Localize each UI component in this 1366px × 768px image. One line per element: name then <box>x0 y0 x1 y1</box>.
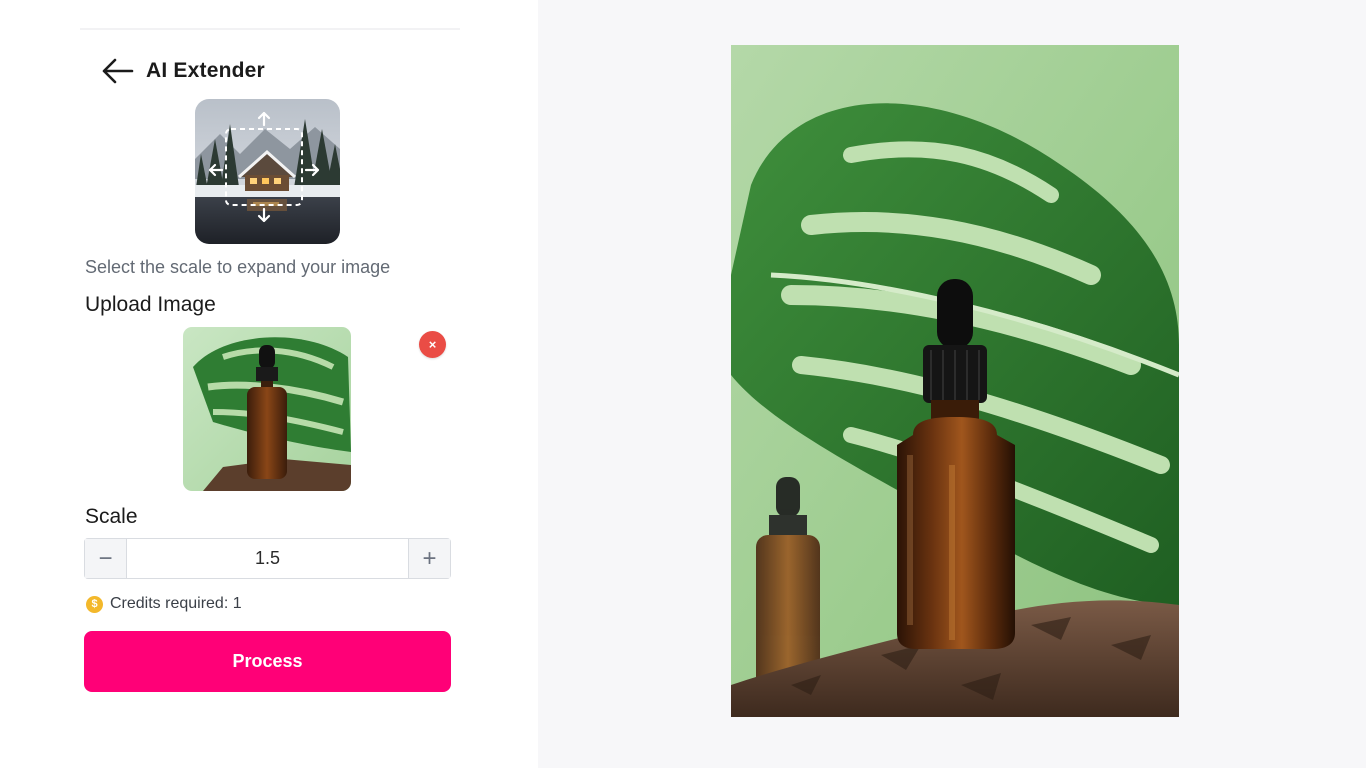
minus-icon: − <box>98 544 113 572</box>
instruction-text: Select the scale to expand your image <box>85 257 391 277</box>
panel-header: AI Extender <box>100 55 265 87</box>
close-icon: × <box>428 337 437 352</box>
remove-image-button[interactable]: × <box>419 331 446 358</box>
coin-icon: $ <box>86 595 103 613</box>
upload-label: Upload Image <box>85 293 216 316</box>
scale-stepper: − + <box>84 538 451 579</box>
process-button[interactable]: Process <box>84 631 451 692</box>
scale-label: Scale <box>85 505 138 528</box>
result-image <box>731 45 1179 717</box>
uploaded-image-preview[interactable] <box>183 327 351 491</box>
app-window: AI Extender Select the scale to expand y… <box>0 0 1366 768</box>
arrow-left-icon <box>102 58 134 84</box>
feature-illustration <box>195 99 340 244</box>
increment-button[interactable]: + <box>408 539 450 578</box>
decrement-button[interactable]: − <box>85 539 127 578</box>
plus-icon: + <box>422 544 437 572</box>
result-canvas <box>538 0 1366 768</box>
back-button[interactable] <box>100 55 136 87</box>
scale-input[interactable] <box>127 539 408 578</box>
divider <box>80 28 460 30</box>
page-title: AI Extender <box>146 59 265 82</box>
credits-info: $ Credits required: 1 <box>86 595 242 613</box>
tool-panel: AI Extender Select the scale to expand y… <box>0 0 538 768</box>
credits-text: Credits required: 1 <box>110 595 242 612</box>
